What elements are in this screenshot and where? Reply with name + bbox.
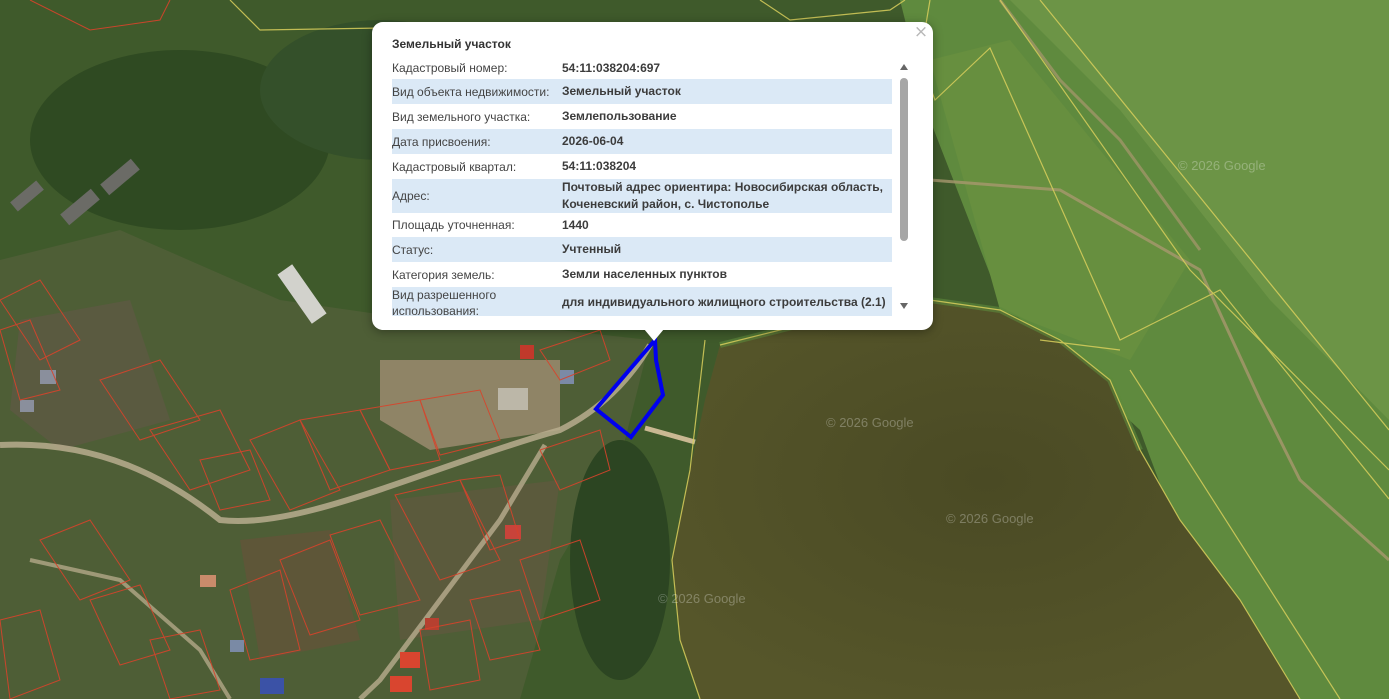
detail-label: Статус: — [392, 242, 434, 257]
detail-value: Земли населенных пунктов — [562, 267, 728, 281]
map-watermark: © 2026 Google — [658, 591, 746, 606]
popup-scrollbar[interactable] — [896, 64, 912, 314]
detail-value: 1440 — [562, 217, 589, 232]
detail-row: Адрес: Почтовый адрес ориентира: Новосиб… — [392, 179, 892, 213]
detail-row: Кадастровый квартал: 54:11:038204 — [392, 154, 892, 179]
detail-label: Вид земельного участка: — [392, 109, 531, 124]
detail-label: Адрес: — [392, 189, 430, 203]
detail-value: 54:11:038204:697 — [562, 60, 661, 75]
detail-row: Площадь уточненная: 1440 — [392, 213, 892, 237]
popup-title: Земельный участок — [392, 37, 511, 51]
detail-row: Дата присвоения: 2026-06-04 — [392, 129, 892, 154]
scroll-up-arrow-icon[interactable] — [900, 64, 908, 70]
detail-value: для индивидуального жилищного строительс… — [562, 295, 886, 309]
detail-value: Земельный участок — [562, 84, 681, 98]
detail-row: Категория земель: Земли населенных пункт… — [392, 262, 892, 287]
detail-row: Кадастровый номер: 54:11:038204:697 — [392, 57, 892, 79]
map-watermark: © 2026 Google — [946, 511, 1034, 526]
detail-label: Кадастровый номер: — [392, 61, 508, 75]
map-watermark: © 2026 Google — [826, 415, 914, 430]
detail-value: Почтовый адрес ориентира: Новосибирская … — [562, 180, 883, 211]
detail-label: Категория земель: — [392, 267, 495, 282]
detail-value: Землепользование — [562, 109, 677, 123]
detail-label: Кадастровый квартал: — [392, 159, 517, 174]
popup-pointer — [644, 329, 664, 341]
scrollbar-thumb[interactable] — [900, 78, 908, 241]
close-icon[interactable]: × — [913, 24, 929, 41]
detail-label: Вид разрешенного использования: — [392, 288, 497, 316]
detail-row: Статус: Учтенный — [392, 237, 892, 262]
detail-label: Площадь уточненная: — [392, 218, 515, 232]
detail-row: Вид разрешенного использования: для инди… — [392, 287, 892, 316]
detail-label: Дата присвоения: — [392, 134, 491, 149]
detail-label: Вид объекта недвижимости: — [392, 84, 550, 99]
parcel-info-popup: × Земельный участок Кадастровый номер: 5… — [372, 22, 933, 330]
detail-row: Вид объекта недвижимости: Земельный учас… — [392, 79, 892, 104]
detail-row: Вид земельного участка: Землепользование — [392, 104, 892, 129]
detail-value: Учтенный — [562, 242, 622, 256]
detail-value: 54:11:038204 — [562, 159, 637, 173]
map-watermark: © 2026 Google — [1178, 158, 1266, 173]
detail-value: 2026-06-04 — [562, 134, 624, 148]
popup-details-list[interactable]: Кадастровый номер: 54:11:038204:697 Вид … — [392, 57, 892, 316]
scroll-down-arrow-icon[interactable] — [900, 303, 908, 309]
